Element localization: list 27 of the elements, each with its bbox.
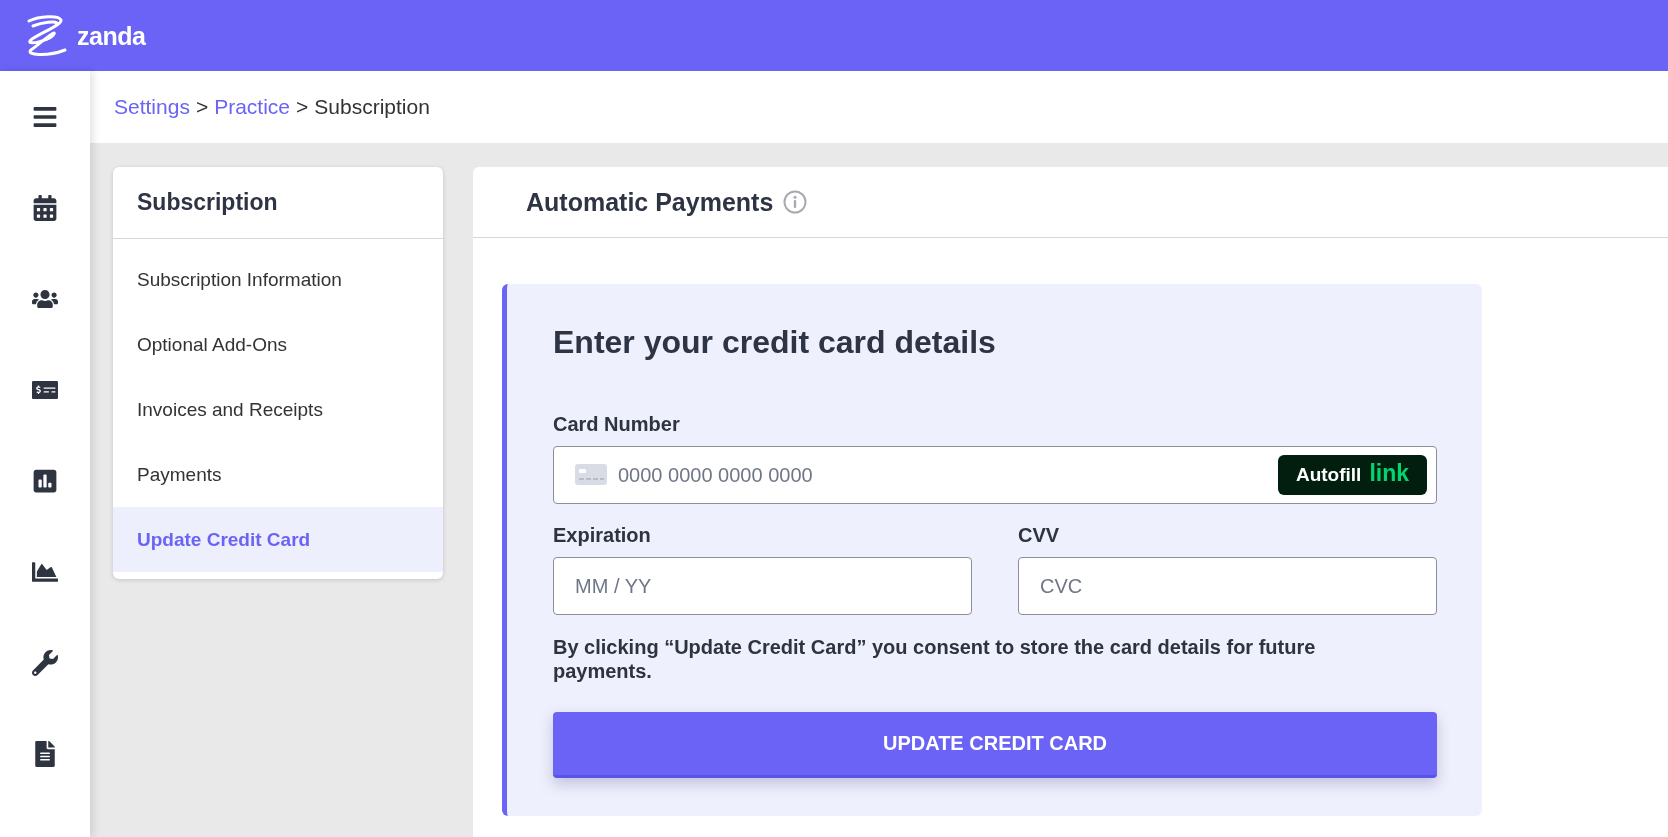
form-title: Enter your credit card details [553, 323, 997, 362]
breadcrumb-link[interactable]: Settings [114, 95, 190, 119]
panel-title: Automatic Payments [526, 187, 774, 217]
update-credit-card-button[interactable]: UPDATE CREDIT CARD [553, 712, 1437, 778]
subnav-item[interactable]: Optional Add-Ons [113, 312, 443, 377]
document-icon[interactable] [32, 740, 58, 767]
bar-chart-icon[interactable] [32, 467, 58, 494]
field-label: Expiration [553, 523, 652, 548]
cvv-field[interactable]: CVC [1018, 557, 1437, 615]
field-label: CVV [1018, 523, 1061, 548]
subnav-item[interactable]: Invoices and Receipts [113, 377, 443, 442]
calendar-icon[interactable] [32, 194, 58, 221]
expiration-field[interactable]: MM / YY [553, 557, 972, 615]
consent-text: By clicking “Update Credit Card” you consent to store the card details for future payments. [553, 635, 1317, 683]
subnav-item[interactable]: Subscription Information [113, 247, 443, 312]
credit-card-icon [575, 464, 607, 485]
wrench-icon[interactable] [32, 649, 58, 676]
field-label: Card Number [553, 412, 681, 437]
autofill-button[interactable]: Autofill link [1278, 455, 1427, 495]
breadcrumb-current: Subscription [314, 95, 430, 119]
subnav-item[interactable]: Payments [113, 442, 443, 507]
breadcrumb-separator: > [195, 95, 209, 119]
logo-text: zanda [77, 20, 146, 51]
breadcrumb-separator: > [296, 95, 309, 119]
breadcrumb-link[interactable]: Practice [214, 95, 290, 119]
subnav-title: Subscription [137, 189, 278, 216]
subnav-item[interactable]: Update Credit Card [113, 507, 443, 572]
